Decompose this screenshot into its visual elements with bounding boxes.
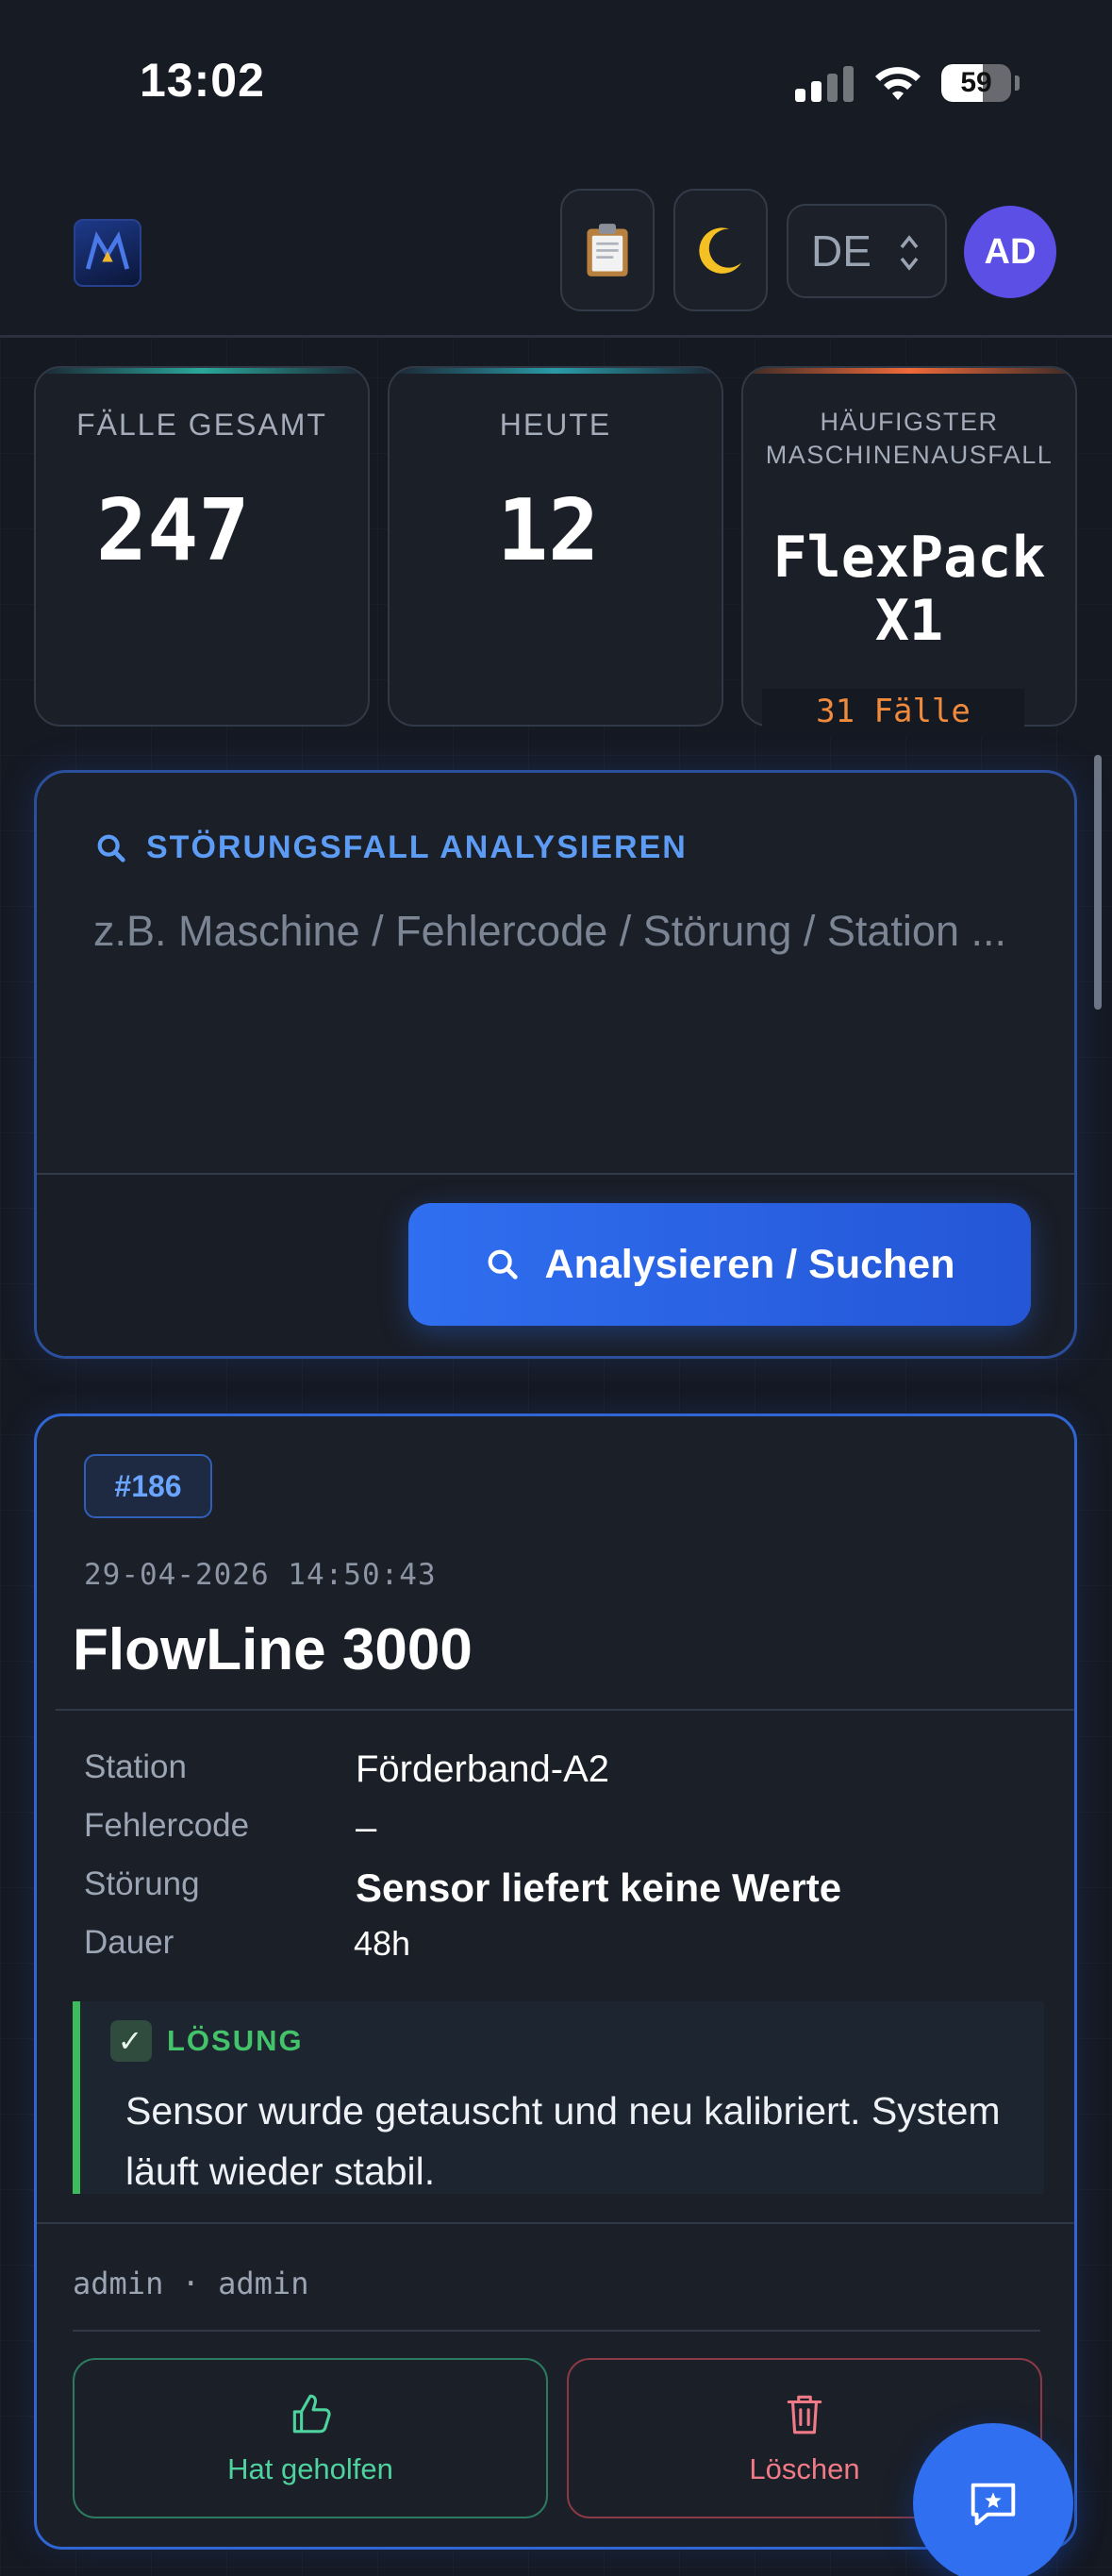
theme-toggle-button[interactable]	[673, 189, 768, 311]
stat-total-value: 247	[96, 481, 250, 580]
cellular-signal-icon	[795, 64, 855, 102]
solution-box: ✓ LÖSUNG Sensor wurde getauscht und neu …	[73, 2001, 1044, 2194]
clipboard-button[interactable]	[560, 189, 655, 311]
chat-assistant-button[interactable]	[913, 2423, 1073, 2576]
search-icon	[488, 1249, 518, 1280]
search-panel-title: STÖRUNGSFALL ANALYSIEREN	[95, 829, 688, 866]
language-select[interactable]: DE	[787, 204, 947, 298]
stat-today-value: 12	[497, 481, 600, 580]
divider	[37, 2222, 1074, 2224]
thumbs-up-icon	[292, 2394, 331, 2434]
stat-card-total: FÄLLE GESAMT 247	[34, 366, 370, 727]
chevron-up-down-icon	[900, 235, 919, 271]
stat-today-label: HEUTE	[499, 408, 612, 442]
divider	[56, 1709, 1074, 1711]
scrollbar-thumb[interactable]	[1094, 755, 1102, 1010]
case-machine-title: FlowLine 3000	[73, 1617, 473, 1682]
avatar[interactable]: AD	[964, 206, 1056, 298]
case-field-error-code: Fehlercode –	[84, 1807, 377, 1848]
stat-card-today: HEUTE 12	[388, 366, 723, 727]
case-author: admin · admin	[73, 2266, 309, 2301]
stat-top-count: 31 Fälle	[762, 689, 1024, 736]
battery-icon: 59	[941, 64, 1011, 102]
app-logo-icon[interactable]	[74, 219, 141, 287]
solution-text: Sensor wurde getauscht und neu kalibrier…	[125, 2089, 1001, 2193]
clipboard-icon	[587, 224, 628, 276]
case-date: 29-04-2026 14:50:43	[84, 1558, 437, 1592]
language-value: DE	[811, 226, 871, 276]
battery-level: 59	[960, 67, 992, 98]
search-input[interactable]	[93, 895, 1037, 1150]
stat-card-accent-bar	[390, 368, 722, 374]
stat-card-accent-bar	[36, 368, 368, 374]
search-footer: Analysieren / Suchen	[37, 1173, 1074, 1356]
chat-star-icon	[971, 2483, 1016, 2526]
case-field-duration: Dauer 48h	[84, 1924, 411, 1963]
stat-top-machine: FlexPack X1	[772, 525, 1046, 655]
stat-total-label: FÄLLE GESAMT	[76, 408, 327, 442]
helped-button[interactable]: Hat geholfen	[73, 2358, 548, 2518]
solution-header: ✓ LÖSUNG	[110, 2020, 304, 2062]
battery-tip	[1015, 75, 1020, 91]
analyze-search-button[interactable]: Analysieren / Suchen	[408, 1203, 1031, 1326]
case-field-fault: Störung Sensor liefert keine Werte	[84, 1865, 842, 1910]
case-field-station: Station Förderband-A2	[84, 1748, 610, 1790]
search-panel: STÖRUNGSFALL ANALYSIEREN Analysieren / S…	[34, 770, 1077, 1359]
moon-icon	[699, 227, 742, 274]
check-icon: ✓	[110, 2020, 152, 2062]
divider	[73, 2330, 1040, 2332]
wifi-icon	[875, 67, 921, 100]
stat-top-label: HÄUFIGSTER MASCHINENAUSFALL	[765, 408, 1054, 470]
trash-icon	[787, 2395, 822, 2434]
app-header: DE AD	[0, 170, 1112, 338]
stat-card-top-machine: HÄUFIGSTER MASCHINENAUSFALL FlexPack X1	[741, 366, 1077, 727]
status-bar: 13:02 59	[0, 0, 1112, 170]
case-card[interactable]: #186 29-04-2026 14:50:43 FlowLine 3000 S…	[34, 1413, 1077, 2550]
search-icon	[97, 834, 125, 862]
status-time: 13:02	[140, 54, 265, 107]
case-id-badge: #186	[84, 1454, 212, 1518]
stat-card-accent-bar	[743, 368, 1075, 374]
